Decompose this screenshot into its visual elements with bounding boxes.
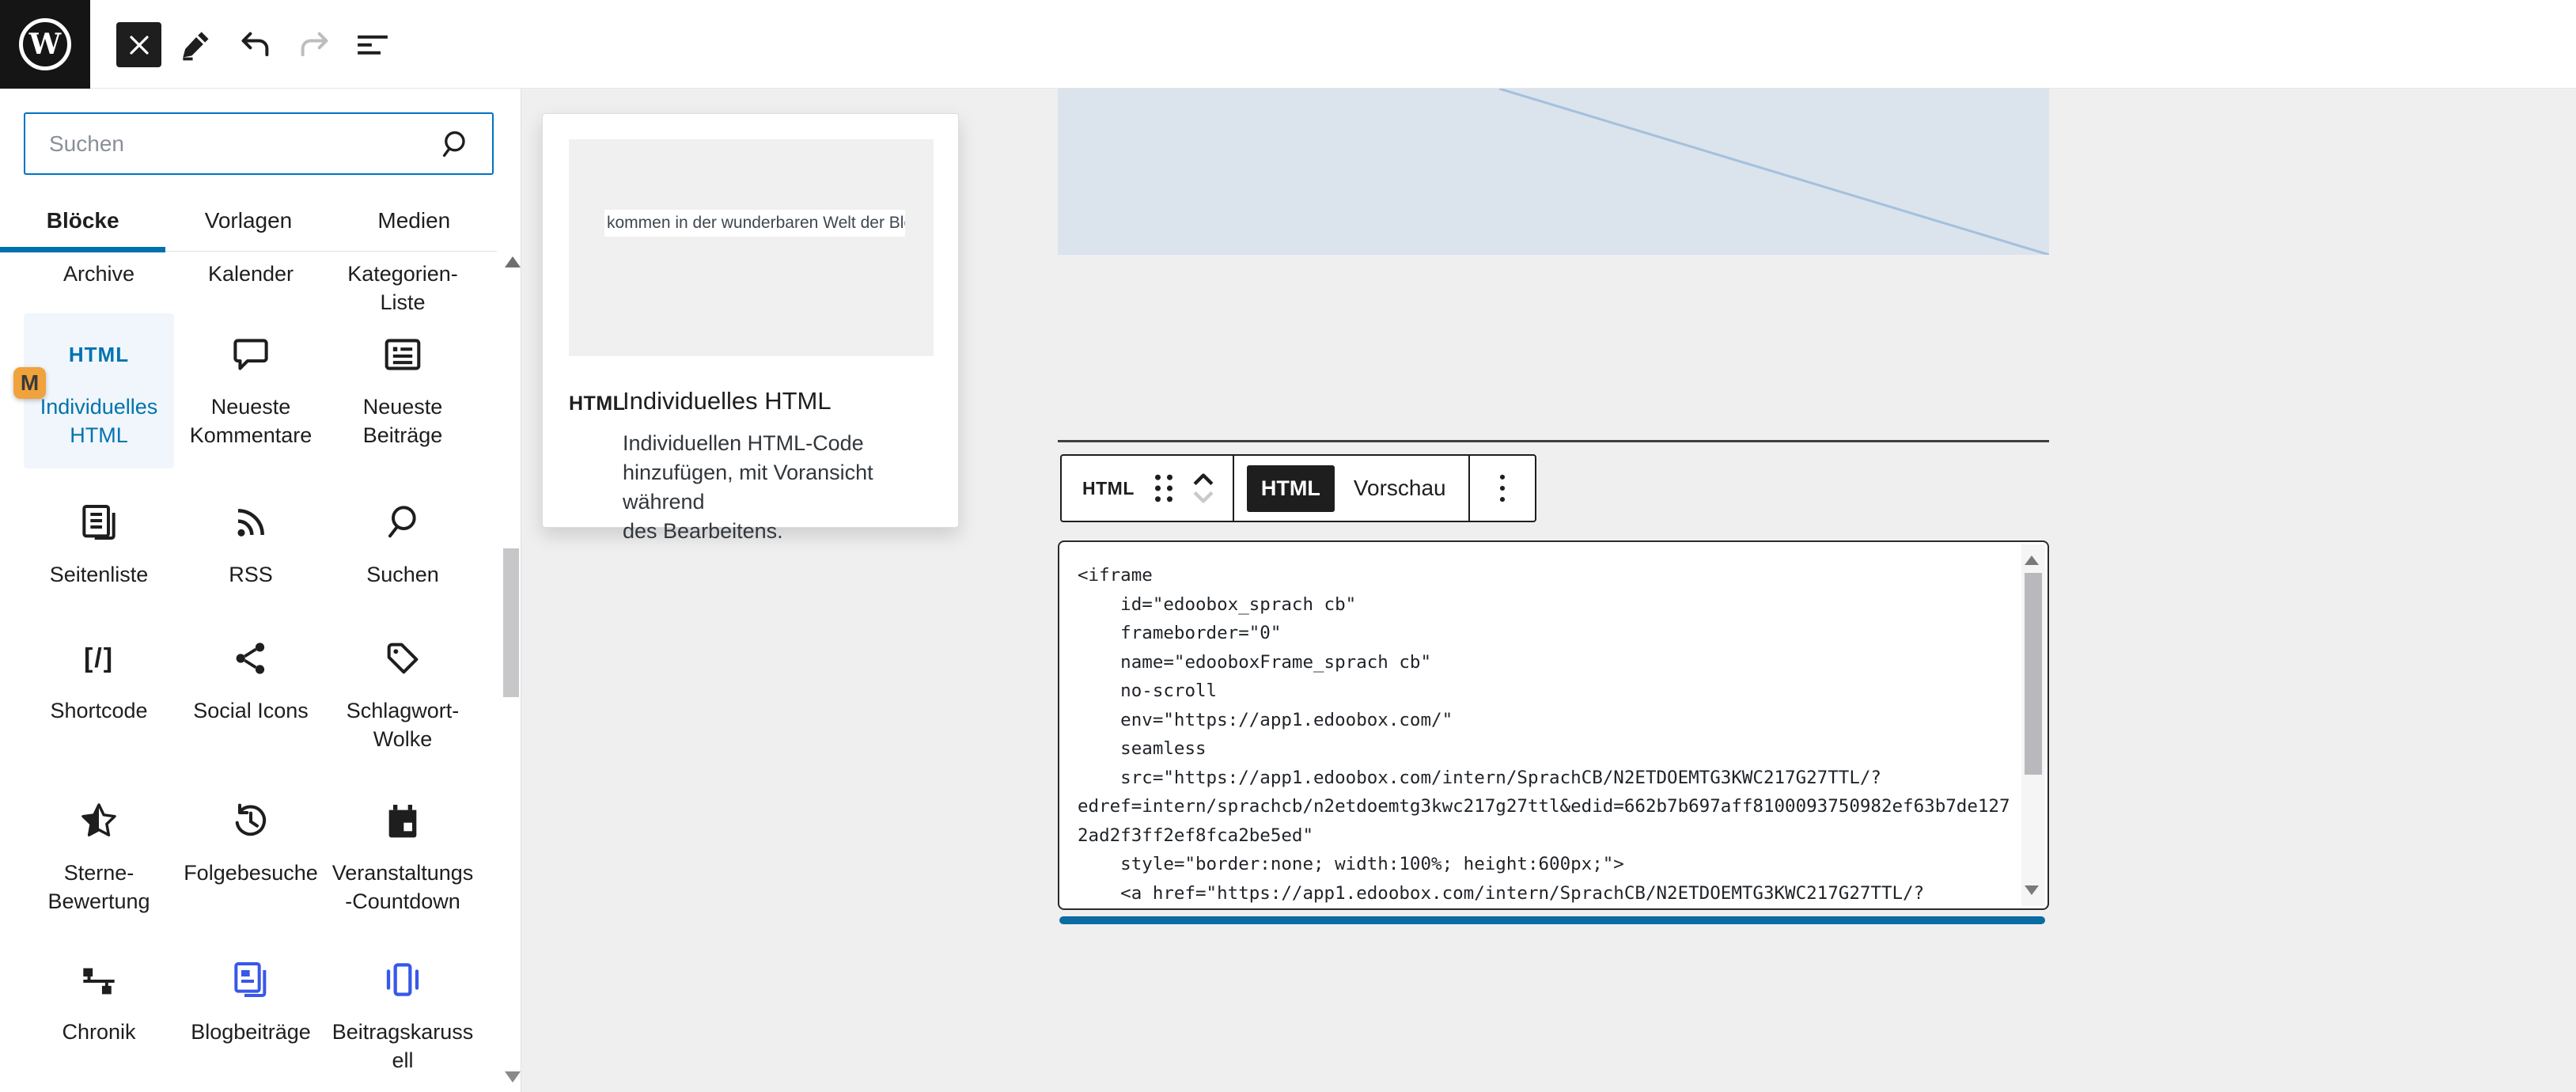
block-inserter-panel: Blöcke Vorlagen Medien Archive Kalender …: [0, 89, 521, 1092]
code-scrollbar-thumb[interactable]: [2025, 573, 2042, 775]
tag-icon: [384, 633, 422, 684]
diagonal-line-graphic: [1058, 89, 2049, 255]
block-tile-neueste-beitraege[interactable]: NeuesteBeiträge: [328, 313, 478, 468]
star-half-icon: [79, 795, 119, 846]
html-code-content: <iframe id="edoobox_sprach cb" framebord…: [1059, 561, 2019, 908]
list-view-icon: [357, 31, 388, 59]
search-input[interactable]: [25, 131, 440, 157]
share-icon: [233, 633, 269, 684]
separator-block[interactable]: [1058, 440, 2049, 442]
search-icon: [440, 128, 472, 160]
preview-mode-button[interactable]: Vorschau: [1335, 476, 1468, 501]
options-menu-button[interactable]: [1470, 472, 1535, 504]
block-tile-shortcode[interactable]: [/] Shortcode: [24, 617, 174, 725]
block-type-label: HTML: [1082, 478, 1135, 499]
block-tile-rss[interactable]: RSS: [176, 481, 326, 589]
block-preview-stage: kommen in der wunderbaren Welt der Blöck…: [569, 139, 934, 356]
html-code-textarea[interactable]: <iframe id="edoobox_sprach cb" framebord…: [1058, 540, 2049, 910]
scrollbar-down-arrow[interactable]: [505, 1071, 521, 1083]
rss-icon: [232, 497, 270, 548]
pencil-icon: [180, 29, 212, 61]
extension-overlay-badge[interactable]: M: [13, 367, 46, 399]
redo-icon: [297, 29, 331, 61]
block-tile-suchen[interactable]: Suchen: [328, 481, 478, 589]
block-insertion-indicator: [1059, 916, 2045, 924]
search-block-icon: [384, 497, 422, 548]
block-toolbar: HTML HTML Vorschau: [1060, 454, 1536, 522]
block-tile-kalender[interactable]: Kalender: [176, 247, 326, 288]
block-tile-folgebesuche[interactable]: Folgebesuche: [176, 779, 326, 887]
tab-medien[interactable]: Medien: [331, 190, 497, 251]
block-tile-chronik[interactable]: Chronik: [24, 938, 174, 1046]
wordpress-logo-button[interactable]: W: [0, 0, 90, 89]
code-scroll-down-arrow[interactable]: [2025, 885, 2039, 895]
block-preview-sample: kommen in der wunderbaren Welt der Blöck…: [604, 210, 905, 237]
drag-handle-icon[interactable]: [1152, 472, 1176, 504]
html-icon: HTML: [69, 329, 129, 380]
block-tile-veranstaltungs-countdown[interactable]: Veranstaltungs-Countdown: [328, 779, 478, 916]
history-icon: [231, 795, 271, 846]
block-tile-archive[interactable]: Archive: [24, 247, 174, 288]
blog-posts-icon: [232, 954, 270, 1005]
comment-icon: [231, 329, 271, 380]
block-tile-kategorien-liste[interactable]: Kategorien-Liste: [328, 247, 478, 317]
html-icon: HTML: [569, 392, 625, 415]
timeline-icon: [80, 954, 118, 1005]
document-overview-button[interactable]: [356, 28, 389, 62]
scrollbar-up-arrow[interactable]: [505, 256, 521, 267]
code-scrollbar: [2021, 544, 2045, 906]
editor-top-bar: W: [0, 0, 2576, 89]
event-countdown-icon: [384, 795, 422, 846]
latest-posts-icon: [383, 329, 422, 380]
block-mover: [1191, 472, 1215, 504]
shortcode-icon: [/]: [84, 633, 114, 684]
html-mode-button[interactable]: HTML: [1247, 465, 1335, 512]
block-preview-description: Individuellen HTML-Code hinzufügen, mit …: [623, 429, 958, 546]
block-tile-schlagwort-wolke[interactable]: Schlagwort-Wolke: [328, 617, 478, 753]
post-carousel-icon: [384, 954, 422, 1005]
tab-bloecke[interactable]: Blöcke: [0, 190, 165, 251]
image-placeholder-block[interactable]: [1058, 89, 2049, 255]
block-search-box: [24, 112, 494, 175]
edit-mode-button[interactable]: [180, 28, 213, 62]
close-inserter-button[interactable]: [116, 22, 161, 67]
close-icon: [129, 35, 150, 55]
block-preview-title: Individuelles HTML: [623, 387, 832, 415]
undo-icon: [239, 29, 272, 61]
page-list-icon: [79, 497, 119, 548]
redo-button[interactable]: [297, 28, 331, 62]
inserter-tabs: Blöcke Vorlagen Medien: [0, 190, 497, 252]
block-toolbar-mode-section: HTML Vorschau: [1233, 456, 1468, 521]
move-down-icon[interactable]: [1191, 491, 1215, 504]
block-toolbar-mover-section: HTML: [1062, 456, 1233, 521]
undo-button[interactable]: [239, 28, 272, 62]
block-tile-sterne-bewertung[interactable]: Sterne-Bewertung: [24, 779, 174, 916]
move-up-icon[interactable]: [1191, 472, 1215, 486]
block-tile-neueste-kommentare[interactable]: NeuesteKommentare: [176, 313, 326, 468]
block-tile-blogbeitraege[interactable]: Blogbeiträge: [176, 938, 326, 1046]
block-tile-individuelles-html[interactable]: HTML IndividuellesHTML: [24, 313, 174, 468]
block-preview-popover: kommen in der wunderbaren Welt der Blöck…: [542, 113, 959, 528]
block-toolbar-options-section: [1468, 456, 1535, 521]
block-tile-social-icons[interactable]: Social Icons: [176, 617, 326, 725]
panel-scrollbar-thumb[interactable]: [503, 548, 519, 697]
block-tile-beitragskarussell[interactable]: Beitragskarussell: [328, 938, 478, 1075]
kebab-menu-icon: [1498, 472, 1507, 504]
block-tile-seitenliste[interactable]: Seitenliste: [24, 481, 174, 589]
wordpress-logo-icon: W: [19, 18, 71, 70]
tab-vorlagen[interactable]: Vorlagen: [165, 190, 331, 251]
wordpress-block-editor: W: [0, 0, 2576, 1092]
code-scroll-up-arrow[interactable]: [2025, 555, 2039, 565]
